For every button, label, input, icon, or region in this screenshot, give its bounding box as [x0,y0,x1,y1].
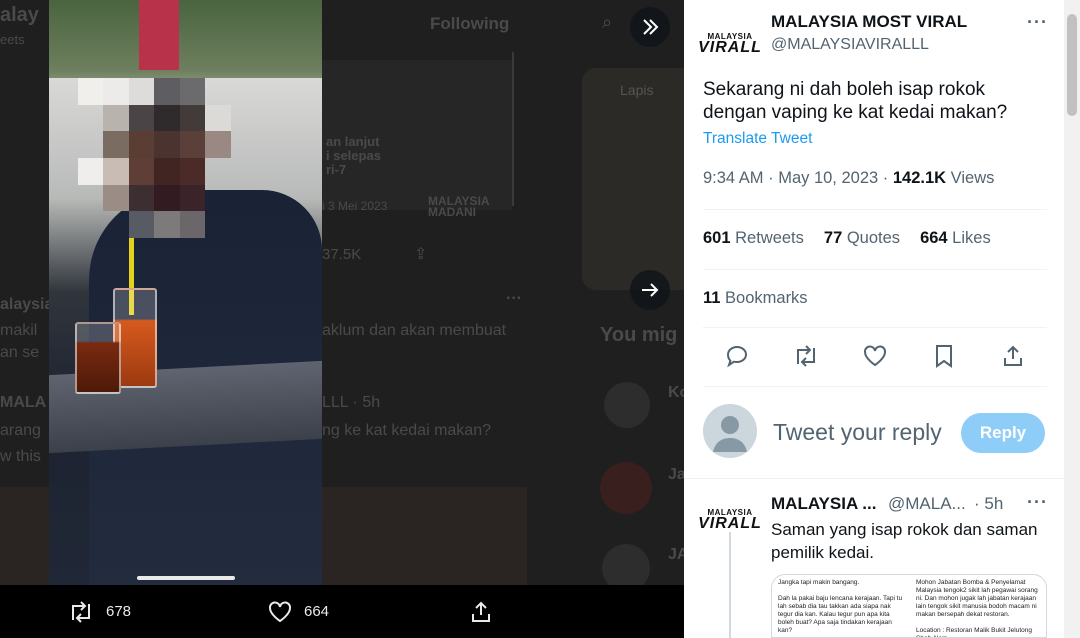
share-icon [472,601,490,622]
bg-sugg1-avatar [604,382,650,428]
bg-poster-text2: i selepas [326,148,381,163]
bg-post2-handle: LLL · 5h [322,394,381,411]
media-share-button[interactable] [470,585,492,638]
likes-stat[interactable]: 664 Likes [920,229,991,248]
bg-poster-text3: ri-7 [326,162,347,177]
bookmark-icon[interactable] [930,342,958,370]
default-avatar-icon [713,416,747,452]
reply-button[interactable]: Reply [961,413,1045,453]
divider [703,269,1047,270]
user-avatar[interactable] [703,404,757,458]
bg-post2-link: w this [0,448,41,465]
bg-divider [512,52,514,206]
divider [703,327,1047,328]
photo-glass-mug [75,322,121,394]
more-options-icon[interactable]: ··· [1027,12,1048,33]
media-retweet-count: 678 [106,603,132,620]
media-scrub-indicator [137,576,235,580]
bg-post-author: alaysia [0,296,54,313]
tweet-detail-panel: MALAYSIA VIRALL MALAYSIA MOST VIRAL @MAL… [684,0,1080,638]
tweet-actions [684,336,1064,376]
next-image-button[interactable] [630,270,670,310]
tweet-timestamp[interactable]: 9:34 AM · May 10, 2023 · [703,169,893,187]
reply-input[interactable]: Tweet your reply [773,419,942,446]
photo-red-banner [139,0,179,70]
bg-profile-sub: eets [0,32,25,47]
bg-poster-text1: an lanjut [326,134,380,149]
reply-author-handle[interactable]: @MALA... [888,494,966,514]
arrow-right-icon [642,283,659,297]
bg-madani-logo: MALAYSIA MADANI [428,194,490,219]
bg-post2-text: arang [0,422,41,439]
views-label: Views [946,169,995,187]
thread-line [729,532,731,638]
bookmark-stats: 11 Bookmarks [703,289,808,308]
bg-book-image: Lapis [582,68,684,290]
reply-icon[interactable] [723,342,751,370]
logo-line2: VIRALL [698,38,762,56]
bg-view-count: 37.5K [322,246,362,263]
quotes-stat[interactable]: 77 Quotes [824,229,900,248]
logo-line2: VIRALL [698,514,762,532]
bg-post-text2: an se [0,344,40,361]
bg-more-icon: ··· [506,290,522,307]
media-retweet-button[interactable]: 678 [68,585,131,638]
reply-text: Saman yang isap rokok dan saman pemilik … [771,520,1038,562]
bg-sugg2-name: Ja [668,466,684,483]
bg-post2-author: MALA [0,394,47,411]
reply-image-text-right: Mohon Jabatan Bomba & Penyelamat Malaysi… [916,579,1038,637]
retweet-icon [72,600,90,623]
bg-sugg2-avatar [600,462,652,514]
engagement-stats: 601 Retweets 77 Quotes 664 Likes [703,229,991,248]
tweet-text: Sekarang ni dah boleh isap rokok dengan … [703,79,1008,123]
views-count: 142.1K [892,169,947,187]
tweet-photo[interactable] [49,0,322,585]
bg-search-icon: ⌕ [602,12,613,32]
divider [703,386,1047,387]
double-chevron-right-icon [643,19,659,35]
reply-more-options-icon[interactable]: ··· [1027,492,1048,513]
bg-you-might-like: You mig [600,324,678,346]
scrollbar-thumb[interactable] [1067,14,1077,116]
bg-share-icon: ⇪ [414,246,428,263]
bookmarks-stat[interactable]: 11 Bookmarks [703,289,808,308]
author-handle[interactable]: @MALAYSIAVIRALLL [771,36,929,54]
scrollbar[interactable] [1064,0,1080,638]
retweet-icon[interactable] [792,342,820,370]
share-icon[interactable] [999,342,1027,370]
divider [703,209,1047,210]
blurred-face [78,78,256,238]
reply-author-name[interactable]: MALAYSIA ... [771,494,876,514]
bg-post-text1b: aklum dan akan membuat [322,322,507,339]
heart-icon [269,600,291,622]
bg-post2-text-b: ng ke kat kedai makan? [322,422,491,439]
tweet-meta: 9:34 AM · May 10, 2023 · 142.1K Views [703,169,994,188]
retweets-stat[interactable]: 601 Retweets [703,229,804,248]
author-avatar[interactable]: MALAYSIA VIRALL [698,17,761,71]
media-like-button[interactable]: 664 [268,585,329,638]
author-name[interactable]: MALAYSIA MOST VIRAL [771,12,967,32]
bg-post-text1: makil [0,322,38,339]
like-icon[interactable] [861,342,889,370]
media-like-count: 664 [304,603,330,620]
translate-tweet-link[interactable]: Translate Tweet [703,130,812,148]
reply-time[interactable]: · 5h [974,494,1003,514]
bg-date-stamp: i 3 Mei 2023 [322,199,388,213]
reply-image-text-left: Jangka tapi makin bangang. Dah la pakai … [778,579,903,634]
media-action-bar: 678 664 [0,585,684,638]
bg-profile-name: alay [0,4,39,26]
expand-button[interactable] [630,7,670,47]
divider [684,478,1064,479]
bg-sugg1-name: Ko [668,384,684,401]
bg-book-title: Lapis [620,82,654,98]
bg-sugg3-name: JA [668,546,684,563]
bg-tab-following[interactable]: Following [430,14,509,34]
reply-image[interactable]: Jangka tapi makin bangang. Dah la pakai … [771,574,1047,638]
